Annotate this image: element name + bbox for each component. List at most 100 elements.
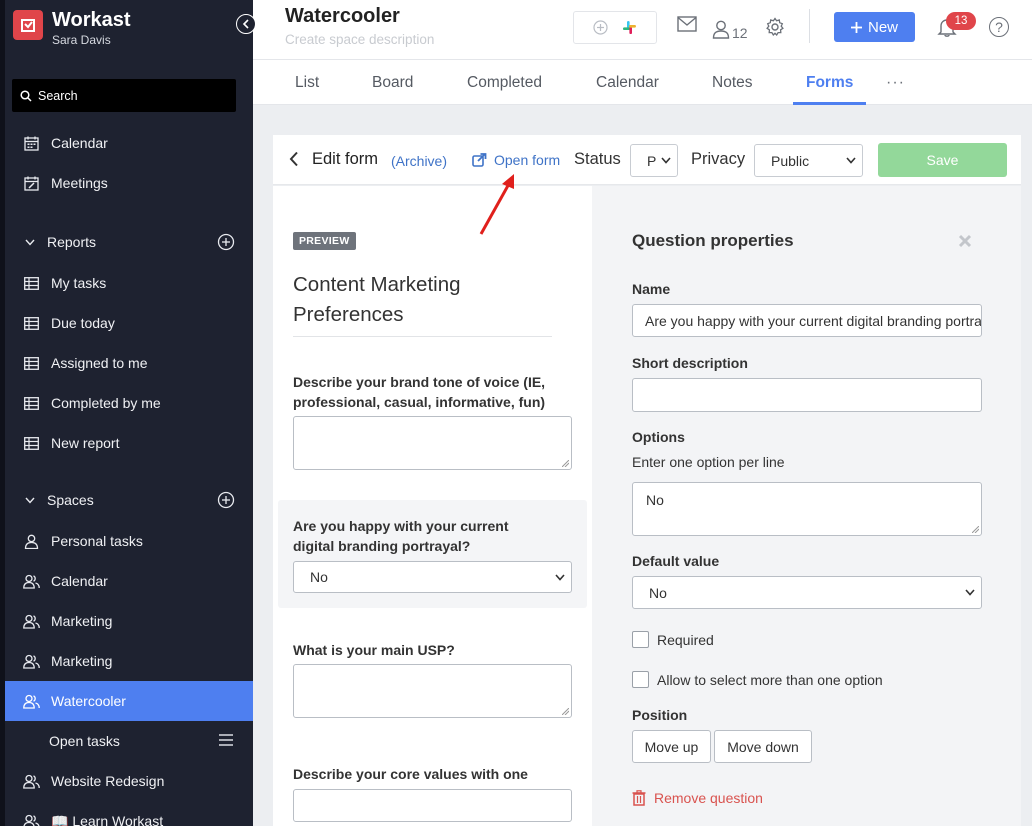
question-name-input[interactable]: Are you happy with your current digital … (632, 304, 982, 337)
chevron-down-icon (555, 574, 565, 581)
save-button[interactable]: Save (878, 143, 1007, 177)
messages-button[interactable] (677, 16, 697, 32)
tab-notes[interactable]: Notes (712, 74, 753, 92)
app-name: Workast (52, 9, 131, 31)
table-icon (23, 315, 40, 332)
short-description-input[interactable] (632, 378, 982, 412)
add-space-icon[interactable] (217, 491, 235, 509)
collapse-sidebar-button[interactable] (236, 14, 256, 34)
sidebar-item-calendar[interactable]: Calendar (5, 123, 253, 163)
resize-handle-icon[interactable] (972, 526, 979, 533)
more-tabs-icon[interactable]: ··· (886, 74, 905, 92)
users-icon (23, 773, 40, 790)
name-label: Name (632, 281, 671, 297)
archive-link[interactable]: (Archive) (391, 153, 447, 169)
calendar-icon (23, 135, 40, 152)
close-icon[interactable] (958, 234, 972, 248)
settings-button[interactable] (765, 17, 785, 37)
tab-board[interactable]: Board (372, 74, 413, 92)
chevron-down-icon (25, 239, 35, 246)
sidebar: Workast Sara Davis Search Calendar Meeti… (0, 0, 253, 826)
user-icon (712, 20, 730, 39)
chevron-down-icon (25, 497, 35, 504)
sidebar-item-open-tasks[interactable]: Open tasks (5, 721, 253, 761)
sidebar-item-personal-tasks[interactable]: Personal tasks (5, 521, 253, 561)
question-select-value: No (310, 569, 328, 585)
users-icon (23, 813, 40, 826)
sidebar-item-completed-by-me[interactable]: Completed by me (5, 383, 253, 423)
sidebar-item-label: Calendar (51, 135, 108, 151)
sidebar-item-due-today[interactable]: Due today (5, 303, 253, 343)
sidebar-search[interactable]: Search (12, 79, 236, 112)
move-up-button[interactable]: Move up (632, 730, 711, 763)
sidebar-item-meetings[interactable]: Meetings (5, 163, 253, 203)
chevron-down-icon (965, 589, 975, 596)
multi-select-checkbox[interactable]: Allow to select more than one option (632, 671, 883, 688)
sidebar-section-spaces[interactable]: Spaces (5, 482, 253, 518)
move-down-button[interactable]: Move down (714, 730, 812, 763)
new-button[interactable]: New (834, 12, 915, 42)
tab-forms[interactable]: Forms (806, 74, 853, 92)
members-button[interactable]: 12 (712, 17, 748, 41)
chevron-left-icon (242, 19, 249, 29)
sidebar-item-label: Watercooler (51, 693, 126, 709)
open-form-link[interactable]: Open form (472, 152, 560, 168)
options-label: Options (632, 429, 685, 445)
add-integration-icon[interactable] (593, 20, 608, 35)
tab-calendar[interactable]: Calendar (596, 74, 659, 92)
sidebar-item-watercooler[interactable]: Watercooler (5, 681, 253, 721)
default-value-select[interactable]: No (632, 576, 982, 609)
required-checkbox[interactable]: Required (632, 631, 714, 648)
sidebar-section-reports[interactable]: Reports (5, 224, 253, 260)
status-value: P (647, 152, 657, 169)
checkbox-box[interactable] (632, 671, 649, 688)
toolbar-divider (809, 9, 810, 43)
sidebar-item-label: Meetings (51, 175, 108, 191)
privacy-value: Public (771, 152, 810, 169)
table-icon (23, 355, 40, 372)
sidebar-item-label: Completed by me (51, 395, 161, 411)
annotation-arrow (479, 174, 514, 235)
sidebar-item-new-report[interactable]: New report (5, 423, 253, 463)
back-arrow-icon[interactable] (289, 151, 299, 167)
options-hint: Enter one option per line (632, 454, 785, 470)
question-text-input[interactable] (293, 789, 572, 822)
help-button[interactable]: ? (989, 17, 1009, 37)
search-label: Search (38, 88, 78, 103)
table-icon (23, 395, 40, 412)
question-textarea[interactable] (293, 416, 572, 470)
integrations-group[interactable] (573, 11, 657, 44)
tab-list[interactable]: List (295, 74, 319, 92)
brand[interactable]: Workast Sara Davis (13, 9, 131, 47)
options-textarea[interactable]: No (632, 482, 982, 536)
status-select[interactable]: P (630, 144, 678, 177)
sidebar-item-assigned-to-me[interactable]: Assigned to me (5, 343, 253, 383)
question-label: Are you happy with your current digital … (293, 518, 509, 554)
sidebar-item-label: Calendar (51, 573, 108, 589)
resize-handle-icon[interactable] (562, 460, 569, 467)
menu-icon[interactable] (219, 734, 233, 746)
open-form-label: Open form (494, 152, 561, 168)
section-label: Spaces (47, 492, 94, 508)
space-description-input[interactable]: Create space description (285, 32, 434, 47)
add-report-icon[interactable] (217, 233, 235, 251)
question-textarea[interactable] (293, 664, 572, 718)
form-preview-pane: PREVIEW Content Marketing Preferences De… (273, 186, 592, 826)
checkbox-box[interactable] (632, 631, 649, 648)
question-select[interactable]: No (293, 561, 572, 593)
sidebar-item-label: 📖 Learn Workast (51, 812, 164, 826)
sidebar-item-website-redesign[interactable]: Website Redesign (5, 761, 253, 801)
sidebar-item-my-tasks[interactable]: My tasks (5, 263, 253, 303)
slack-icon[interactable] (622, 20, 637, 35)
tab-completed[interactable]: Completed (467, 74, 542, 92)
remove-question-button[interactable]: Remove question (632, 790, 763, 806)
status-label: Status (574, 150, 621, 168)
sidebar-item-marketing-2[interactable]: Marketing (5, 641, 253, 681)
privacy-label: Privacy (691, 150, 746, 168)
sidebar-item-learn-workast[interactable]: 📖 Learn Workast (5, 801, 253, 826)
privacy-select[interactable]: Public (754, 144, 863, 177)
sidebar-item-calendar-space[interactable]: Calendar (5, 561, 253, 601)
resize-handle-icon[interactable] (562, 708, 569, 715)
sidebar-item-marketing[interactable]: Marketing (5, 601, 253, 641)
default-value: No (649, 584, 667, 601)
